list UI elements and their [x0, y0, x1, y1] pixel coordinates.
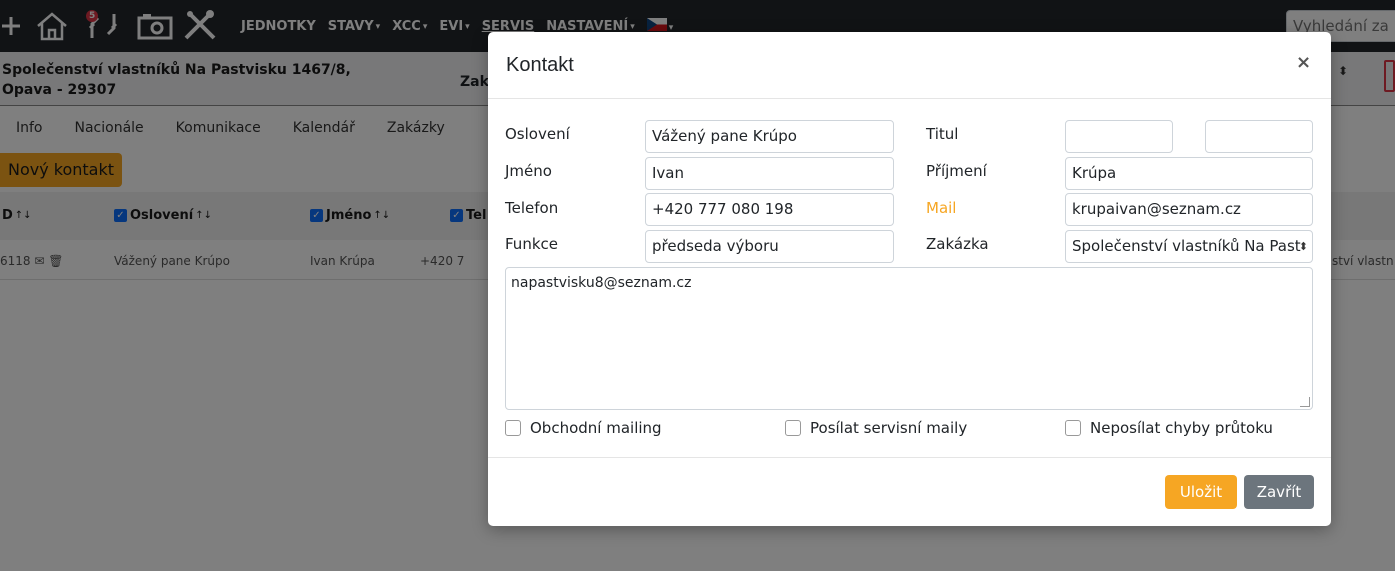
modal-header: Kontakt ×	[488, 32, 1331, 99]
checkbox-label: Neposílat chyby průtoku	[1090, 419, 1273, 437]
telefon-input[interactable]: +420 777 080 198	[645, 193, 894, 226]
close-icon[interactable]: ×	[1296, 52, 1311, 73]
zakazka-selected-value: Společenství vlastníků Na Past	[1072, 237, 1301, 255]
label-prijmeni: Příjmení	[926, 162, 987, 180]
mail-input[interactable]: krupaivan@seznam.cz	[1065, 193, 1313, 226]
modal-title: Kontakt	[506, 54, 574, 76]
close-button[interactable]: Zavřít	[1244, 475, 1314, 509]
checkbox-label: Obchodní mailing	[530, 419, 662, 437]
jmeno-input[interactable]: Ivan	[645, 157, 894, 190]
checkbox-obchodni-mailing[interactable]: Obchodní mailing	[505, 419, 662, 437]
checkbox-box[interactable]	[785, 420, 801, 436]
osloveni-input[interactable]: Vážený pane Krúpo	[645, 120, 894, 153]
checkbox-servisni-maily[interactable]: Posílat servisní maily	[785, 419, 967, 437]
save-button[interactable]: Uložit	[1165, 475, 1237, 509]
label-mail[interactable]: Mail	[926, 199, 956, 217]
contact-modal: Kontakt × Oslovení Vážený pane Krúpo Tit…	[488, 32, 1331, 526]
label-jmeno: Jméno	[505, 162, 552, 180]
zakazka-select[interactable]: Společenství vlastníků Na Past ⬍	[1065, 230, 1313, 263]
note-textarea[interactable]: napastvisku8@seznam.cz	[505, 267, 1313, 410]
checkbox-box[interactable]	[505, 420, 521, 436]
resize-handle-icon[interactable]	[1300, 397, 1310, 407]
checkbox-neposilat-chyby[interactable]: Neposílat chyby průtoku	[1065, 419, 1273, 437]
titul-za-input[interactable]	[1205, 120, 1313, 153]
label-telefon: Telefon	[505, 199, 559, 217]
select-arrow-icon: ⬍	[1298, 240, 1308, 253]
titul-pred-input[interactable]	[1065, 120, 1173, 153]
prijmeni-input[interactable]: Krúpa	[1065, 157, 1313, 190]
checkbox-label: Posílat servisní maily	[810, 419, 968, 437]
label-titul: Titul	[926, 125, 959, 143]
funkce-input[interactable]: předseda výboru	[645, 230, 894, 263]
label-osloveni: Oslovení	[505, 125, 570, 143]
note-text: napastvisku8@seznam.cz	[511, 275, 692, 291]
checkbox-box[interactable]	[1065, 420, 1081, 436]
label-funkce: Funkce	[505, 235, 558, 253]
label-zakazka: Zakázka	[926, 235, 989, 253]
